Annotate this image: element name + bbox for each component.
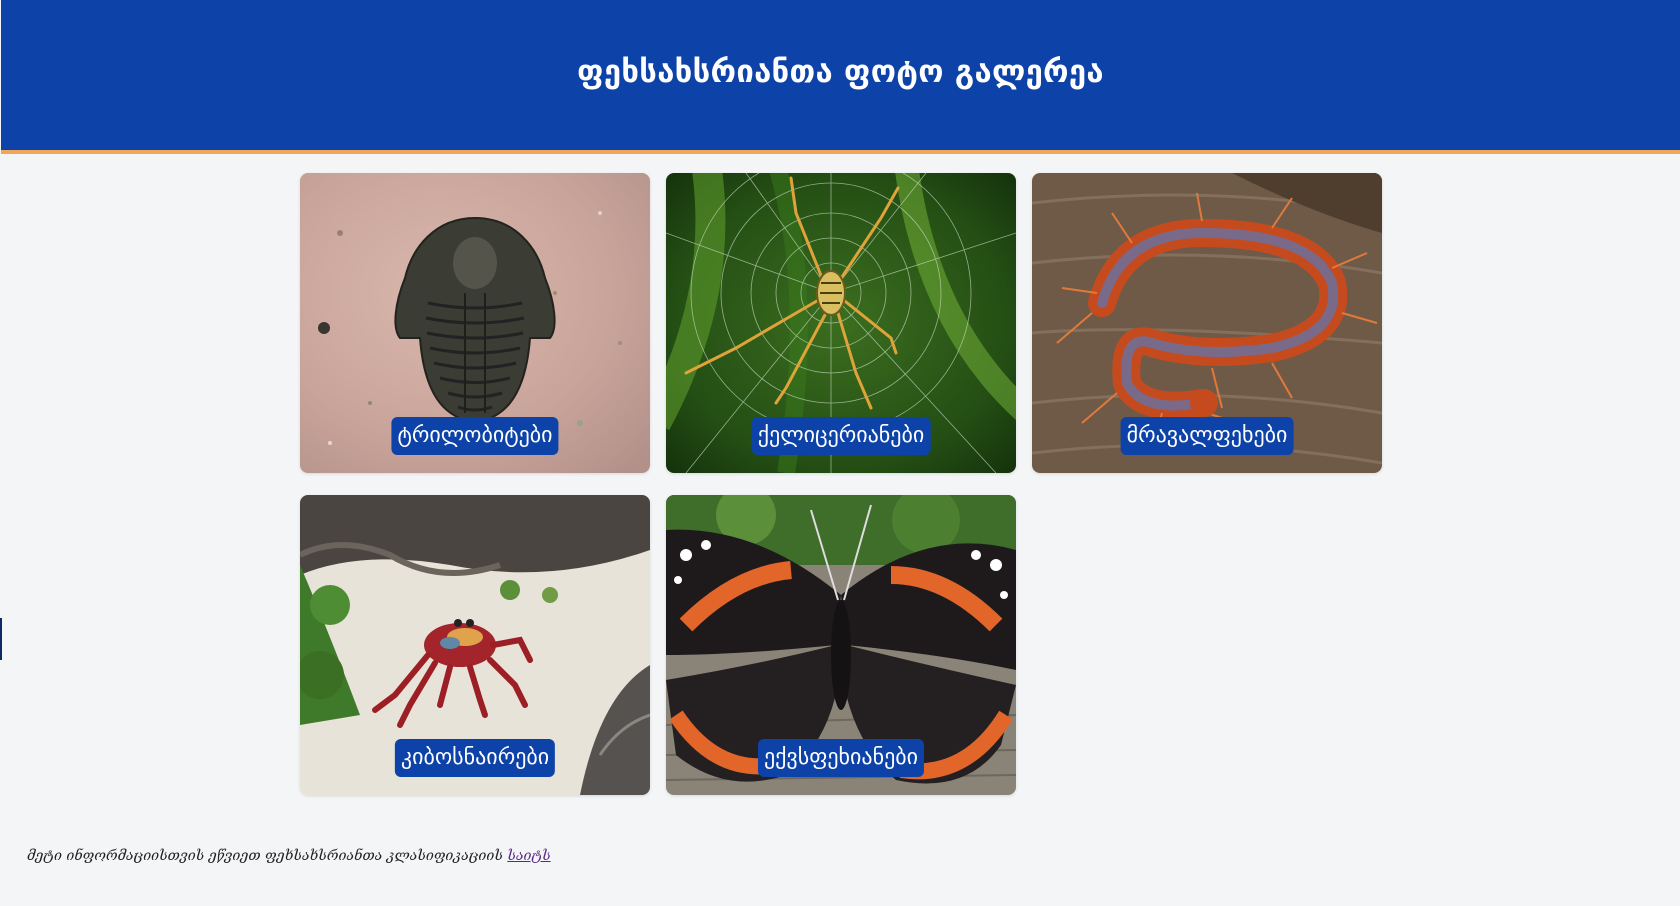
classification-site-link[interactable]: საიტს bbox=[507, 848, 550, 864]
gallery-label: მრავალფეხები bbox=[1120, 417, 1294, 455]
page-header: ფეხსახსრიანთა ფოტო გალერეა bbox=[1, 0, 1680, 154]
gallery-label: ექვსფეხიანები bbox=[757, 739, 925, 777]
gallery-label: კიბოსნაირები bbox=[394, 739, 556, 777]
page-title: ფეხსახსრიანთა ფოტო გალერეა bbox=[577, 54, 1104, 90]
gallery-card-chelicerates[interactable]: ქელიცერიანები bbox=[666, 173, 1016, 473]
gallery-label: ტრილობიტები bbox=[391, 417, 559, 455]
scroll-marker bbox=[0, 618, 2, 660]
footer-note: მეტი ინფორმაციისთვის ეწვიეთ ფეხსახსრიანთ… bbox=[27, 848, 551, 864]
gallery-card-trilobites[interactable]: ტრილობიტები bbox=[300, 173, 650, 473]
gallery-card-myriapods[interactable]: მრავალფეხები bbox=[1032, 173, 1382, 473]
footer-text: მეტი ინფორმაციისთვის ეწვიეთ ფეხსახსრიანთ… bbox=[27, 848, 508, 864]
gallery-label: ქელიცერიანები bbox=[751, 417, 931, 455]
gallery-card-crustaceans[interactable]: კიბოსნაირები bbox=[300, 495, 650, 795]
gallery-card-hexapods[interactable]: ექვსფეხიანები bbox=[666, 495, 1016, 795]
